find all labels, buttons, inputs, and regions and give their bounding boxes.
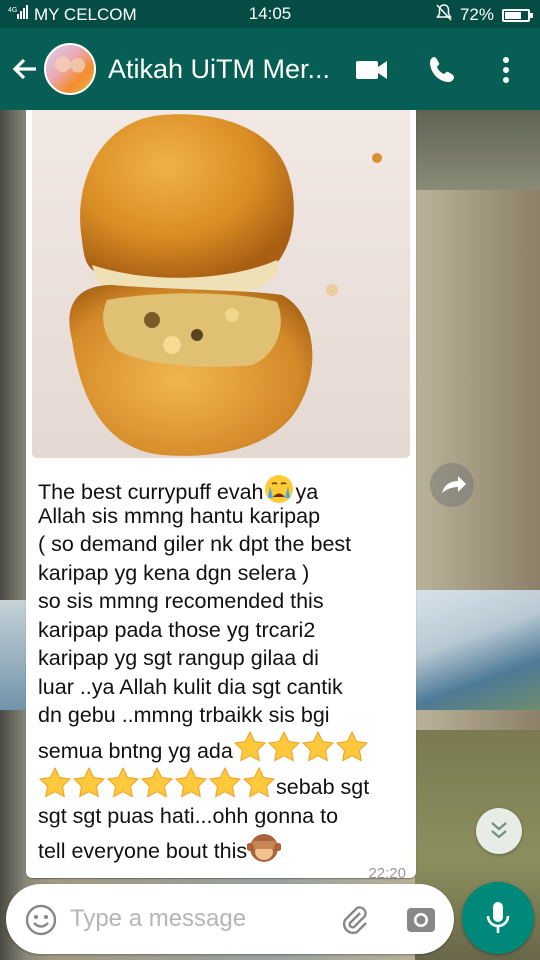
message-line-text: The best currypuff evah — [38, 480, 264, 504]
message-line: sebab sgt — [38, 766, 410, 802]
stars-row — [38, 766, 276, 799]
forward-button[interactable] — [430, 463, 474, 507]
message-line: karipap pada those yg trcari2 — [38, 617, 316, 642]
phone-icon[interactable] — [426, 53, 462, 87]
stars-row — [233, 730, 369, 763]
message-line-text: semua bntng yg ada — [38, 738, 233, 763]
clock: 14:05 — [248, 4, 292, 23]
more-vert-icon[interactable] — [492, 53, 520, 87]
message-line: dn gebu ..mmng trbaikk sis bgi — [38, 703, 330, 727]
wallpaper-hill — [415, 110, 540, 190]
wallpaper-roof — [415, 590, 540, 710]
curry-puff-photo[interactable] — [32, 110, 410, 458]
double-chevron-down-icon — [491, 822, 507, 839]
message-line: ( so demand giler nk dpt the best — [38, 532, 352, 556]
contact-name[interactable]: Atikah UiTM Mer... — [108, 54, 330, 85]
mute-icon — [436, 4, 452, 26]
message-bubble[interactable]: The best currypuff evah ya Allah sis mmng… — [26, 110, 416, 878]
wallpaper-roof-left — [0, 600, 28, 710]
battery-icon — [502, 8, 533, 22]
status-bar: 4G MY CELCOM 14:05 72% — [0, 0, 540, 28]
message-input[interactable] — [70, 900, 330, 938]
video-call-icon[interactable] — [354, 53, 390, 87]
battery-percent: 72% — [459, 5, 494, 24]
message-line: tell everyone bout this — [38, 830, 410, 866]
message-line: sgt sgt puas hati...ohh gonna to — [38, 803, 339, 828]
avatar[interactable] — [44, 43, 96, 95]
forward-icon — [442, 476, 466, 493]
camera-icon[interactable] — [404, 903, 438, 937]
message-composer — [6, 884, 454, 954]
message-line: karipap yg kena dgn selera ) — [38, 560, 310, 585]
message-line: karipap yg sgt rangup gilaa di — [38, 646, 319, 670]
message-timestamp: 22:20 — [368, 865, 406, 878]
emoji-icon[interactable] — [24, 903, 58, 937]
message-line-text: ya — [295, 480, 319, 504]
chat-header: Atikah UiTM Mer... — [0, 28, 540, 110]
mic-button[interactable] — [462, 882, 534, 954]
scroll-down-button[interactable] — [476, 808, 522, 854]
mic-icon — [486, 902, 510, 933]
message-line-text: sebab sgt — [276, 774, 370, 799]
message-line: luar ..ya Allah kulit dia sgt cantik — [38, 674, 343, 699]
back-arrow-icon[interactable] — [10, 52, 40, 86]
message-line: The best currypuff evah ya — [38, 473, 410, 504]
message-line: Allah sis mmng hantu karipap — [38, 503, 321, 528]
see-no-evil-monkey-emoji — [246, 830, 283, 875]
message-text: The best currypuff evah ya Allah sis mmng… — [38, 473, 410, 866]
message-line: semua bntng yg ada — [38, 730, 410, 766]
message-line: so sis mmng recomended this — [38, 589, 324, 613]
attach-icon[interactable] — [338, 903, 372, 937]
message-line-text: tell everyone bout this — [38, 839, 248, 863]
battery-fill — [505, 11, 521, 19]
